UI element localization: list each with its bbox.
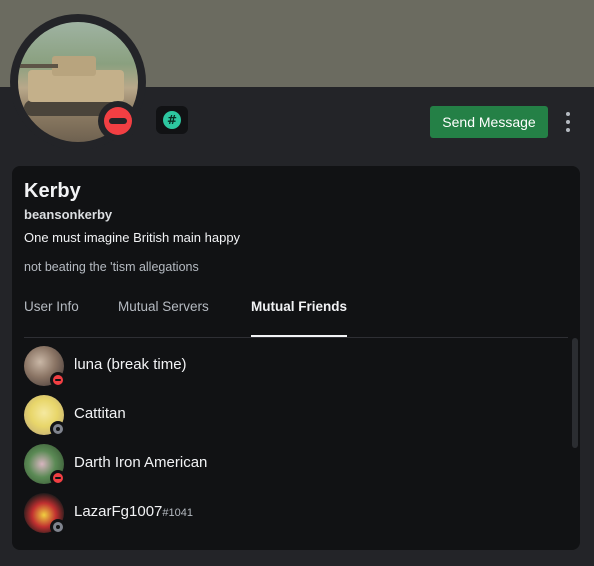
send-message-button[interactable]: Send Message <box>430 106 548 138</box>
dnd-status-icon <box>50 372 66 388</box>
offline-status-icon <box>50 421 66 437</box>
more-vertical-icon[interactable] <box>558 108 578 136</box>
list-item[interactable]: luna (break time) <box>24 344 564 388</box>
custom-status-text: not beating the 'tism allegations <box>24 260 199 274</box>
tab-user-info[interactable]: User Info <box>24 299 79 337</box>
list-item[interactable]: Cattitan <box>24 393 564 437</box>
offline-status-icon <box>50 519 66 535</box>
profile-tabs: User Info Mutual Servers Mutual Friends <box>24 286 568 338</box>
hash-badge-icon[interactable]: # <box>156 106 188 134</box>
friend-name: Darth Iron American <box>74 454 208 471</box>
avatar-tank-turret <box>52 56 96 76</box>
friend-name: Cattitan <box>74 405 126 422</box>
scrollbar[interactable] <box>572 338 578 448</box>
avatar-tank-gun <box>18 64 58 68</box>
dnd-status-icon <box>50 470 66 486</box>
mutual-friends-list: luna (break time) Cattitan Darth Iron Am… <box>12 340 572 550</box>
username: beansonkerby <box>24 207 113 222</box>
list-item[interactable]: LazarFg1007#1041 <box>24 491 564 535</box>
list-item[interactable]: Darth Iron American <box>24 442 564 486</box>
friend-name: LazarFg1007#1041 <box>74 503 193 520</box>
tab-mutual-servers[interactable]: Mutual Servers <box>118 299 209 337</box>
display-name: Kerby <box>24 180 81 202</box>
profile-card: Kerby beansonkerby One must imagine Brit… <box>12 166 580 550</box>
friend-name: luna (break time) <box>74 356 187 373</box>
dnd-status-icon <box>98 101 138 141</box>
tab-mutual-friends[interactable]: Mutual Friends <box>251 299 348 337</box>
bio-text: One must imagine British main happy <box>24 230 241 245</box>
